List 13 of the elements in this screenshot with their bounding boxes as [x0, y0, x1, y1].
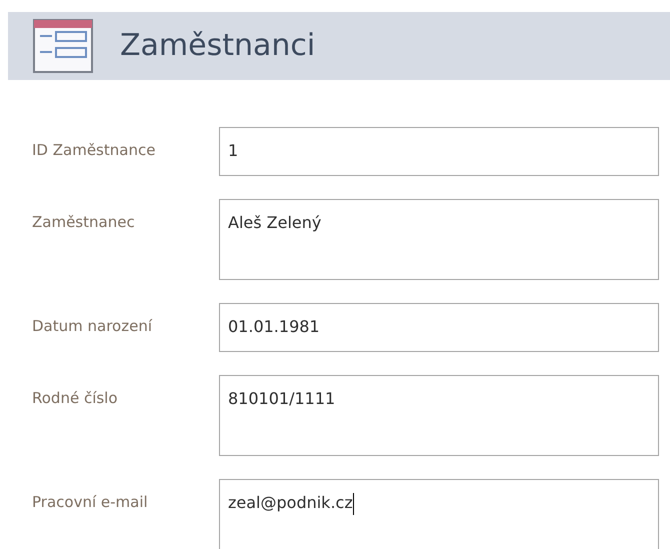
input-field[interactable]: 1: [219, 127, 659, 176]
input-field[interactable]: 01.01.1981: [219, 303, 659, 352]
field-label: Pracovní e-mail: [31, 492, 149, 513]
input-field[interactable]: zeal@podnik.cz: [219, 479, 659, 549]
field-label: Rodné číslo: [31, 388, 119, 409]
input-field[interactable]: Aleš Zelený: [219, 199, 659, 280]
field-label: Datum narození: [31, 316, 154, 337]
text-cursor: [352, 492, 354, 515]
form-title: Zaměstnanci: [120, 31, 316, 61]
input-field[interactable]: 810101/1111: [219, 375, 659, 456]
field-label: ID Zaměstnance: [31, 140, 156, 161]
field-label: Zaměstnanec: [31, 212, 136, 233]
form-icon: [32, 18, 94, 74]
